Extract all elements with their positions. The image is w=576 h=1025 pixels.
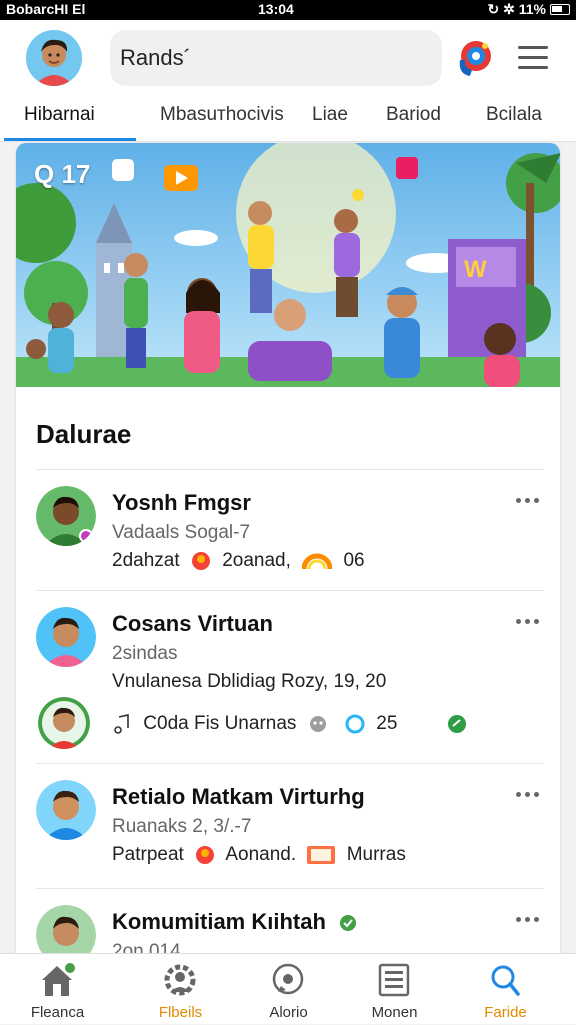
list-item[interactable]: Komumitiam Kıihtah 2on 014 [36, 888, 544, 963]
list-icon [378, 963, 410, 997]
user-avatar[interactable] [36, 607, 96, 667]
tab-mbasuthocivis[interactable]: Mbasuтhocivis [160, 104, 284, 126]
item-meta: C0da Fis Unarnas 25 [112, 713, 473, 735]
voice-assistant-icon[interactable] [452, 36, 498, 82]
meta-count: 06 [343, 550, 365, 571]
item-meta: Patrpeat Aonand. Murras [112, 844, 406, 866]
chat-icon [272, 963, 304, 995]
item-subtitle: 2sindas [112, 643, 178, 664]
nav-flbeils[interactable]: Flbeils [123, 954, 238, 1025]
nav-label: Monen [371, 1004, 418, 1021]
bottom-navigation: Fleanca Flbeils Alorio Monen Faride [0, 953, 576, 1024]
tab-hibarnai[interactable]: Hibarnai [24, 104, 95, 126]
meta-label-b: Aonand. [225, 844, 297, 865]
item-meta-line: Vnulanesa Dblidiag Rozy, 19, 20 [112, 671, 387, 692]
meta-label-c: Murras [346, 844, 406, 865]
item-name: Yosnh Fmgsr [112, 490, 251, 515]
nav-alorio[interactable]: Alorio [231, 954, 346, 1025]
nav-monen[interactable]: Monen [337, 954, 452, 1025]
tab-bariod[interactable]: Bariod [386, 104, 441, 126]
meta-label-b: 2oanad, [222, 550, 291, 571]
item-subtitle: Ruanaks 2, 3/.-7 [112, 816, 252, 837]
svg-text:W: W [464, 256, 487, 283]
battery-icon [550, 4, 570, 15]
section-title: Dalurae [36, 419, 132, 449]
meta-label-a: 2dahzat [112, 550, 180, 571]
home-icon [42, 963, 75, 996]
user-avatar-secondary[interactable] [38, 697, 90, 749]
emoji-icon [195, 845, 215, 865]
banner-badge: Q 17 [34, 159, 91, 189]
nav-label: Faride [484, 1004, 527, 1021]
item-name: Komumitiam Kıihtah [112, 909, 364, 935]
user-avatar[interactable] [36, 486, 96, 546]
tab-liae[interactable]: Liae [312, 104, 348, 126]
hamburger-menu-icon[interactable] [518, 46, 548, 70]
nav-label: Alorio [269, 1004, 308, 1021]
more-options-icon[interactable] [516, 917, 544, 925]
carrier-label: BobarcНI El [6, 1, 86, 17]
more-options-icon[interactable] [516, 619, 544, 627]
meta-label-b: C0da Fis Unarnas [143, 713, 297, 734]
banner-illustration[interactable]: W Q 17 [16, 143, 560, 387]
nav-faride[interactable]: Faride [448, 954, 563, 1025]
item-name: Retialo Matkam Virturhg [112, 784, 365, 809]
profile-avatar[interactable] [26, 30, 82, 86]
music-note-icon [112, 713, 132, 734]
more-options-icon[interactable] [516, 498, 544, 506]
search-bar[interactable] [110, 30, 442, 86]
search-input[interactable] [120, 42, 420, 74]
list-item[interactable]: Cosans Virtuan 2sindas Vnulanesa Dblidia… [36, 590, 544, 762]
nav-home[interactable]: Fleanca [0, 954, 115, 1025]
gear-people-icon [164, 964, 196, 996]
badge-icon [307, 845, 336, 865]
more-options-icon[interactable] [516, 792, 544, 800]
user-avatar[interactable] [36, 780, 96, 840]
list-item[interactable]: Retialo Matkam Virturhg Ruanaks 2, 3/.-7… [36, 763, 544, 887]
status-icons: ↻ ✲ 11% [487, 1, 547, 17]
comment-icon [345, 714, 365, 734]
tab-bar: Hibarnai Mbasuтhocivis Liae Bariod Bcila… [0, 96, 576, 142]
check-badge-icon [447, 714, 467, 734]
emoji-icon [191, 551, 211, 571]
feed-card: W Q 17 Dalurae Yosnh Fmgsr Vadaals Sogal… [16, 143, 560, 963]
tab-bcilala[interactable]: Bcilala [486, 104, 542, 126]
item-name: Cosans Virtuan [112, 611, 273, 636]
item-subtitle: Vadaals Sogal-7 [112, 522, 251, 543]
smiley-icon [308, 714, 328, 734]
search-icon [491, 965, 520, 996]
item-meta: 2dahzat 2oanad, 06 [112, 550, 365, 572]
nav-label: Flbeils [158, 1004, 203, 1021]
status-bar: BobarcНI El 13:04 ↻ ✲ 11% [0, 0, 576, 20]
rainbow-icon [301, 551, 333, 571]
meta-count: 25 [376, 713, 398, 734]
clock: 13:04 [258, 1, 294, 17]
active-tab-indicator [4, 138, 136, 141]
nav-label: Fleanca [30, 1004, 85, 1021]
top-bar [0, 20, 576, 96]
verified-icon [338, 913, 358, 933]
list-item[interactable]: Yosnh Fmgsr Vadaals Sogal-7 2dahzat 2oan… [36, 469, 544, 589]
meta-label-a: Patrpeat [112, 844, 184, 865]
